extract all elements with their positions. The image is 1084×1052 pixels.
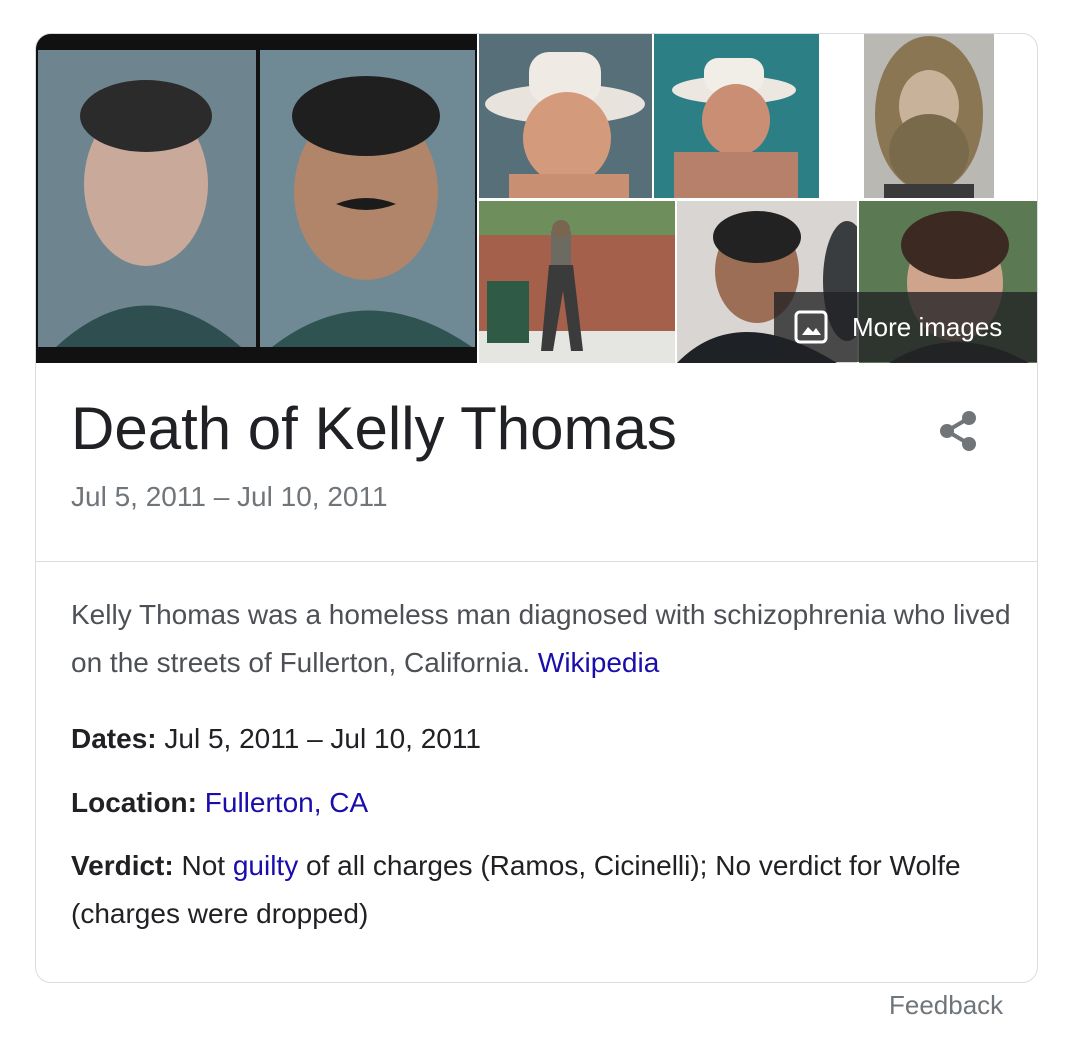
fact-verdict-before: Not [181,850,226,881]
fact-location-link[interactable]: Fullerton, CA [205,787,368,818]
image-icon [794,310,828,344]
knowledge-panel: More images Death of Kelly Thomas Jul 5,… [35,33,1038,983]
fact-dates-value: Jul 5, 2011 – Jul 10, 2011 [164,723,481,754]
image-street-photo[interactable] [479,201,675,363]
feedback-link[interactable]: Feedback [889,990,1003,1021]
mugshots-illustration [36,34,477,363]
page-title: Death of Kelly Thomas [71,395,677,462]
fact-verdict-label: Verdict: [71,850,174,881]
divider [36,561,1037,562]
more-images-label: More images [852,311,1003,342]
image-cowboy-hat-1[interactable] [479,34,652,198]
fact-location-label: Location: [71,787,197,818]
fact-location: Location: Fullerton, CA [71,779,1001,827]
image-mugshots[interactable] [36,34,477,363]
fact-verdict: Verdict: Not guilty of all charges (Ramo… [71,842,1001,938]
description: Kelly Thomas was a homeless man diagnose… [71,591,1011,687]
subtitle-dates: Jul 5, 2011 – Jul 10, 2011 [71,481,388,512]
fact-verdict-link[interactable]: guilty [233,850,298,881]
fact-dates: Dates: Jul 5, 2011 – Jul 10, 2011 [71,715,1001,763]
cowboy-hat-2-illustration [654,34,819,198]
cowboy-hat-1-illustration [479,34,652,198]
share-icon [940,411,976,451]
street-photo-illustration [479,201,675,363]
bearded-man-illustration [864,34,994,198]
more-images-button[interactable]: More images [774,292,1037,362]
fact-dates-label: Dates: [71,723,157,754]
share-button[interactable] [933,406,983,456]
image-cowboy-hat-2[interactable] [654,34,819,198]
image-bearded-man[interactable] [864,34,994,198]
wikipedia-link[interactable]: Wikipedia [538,647,659,678]
